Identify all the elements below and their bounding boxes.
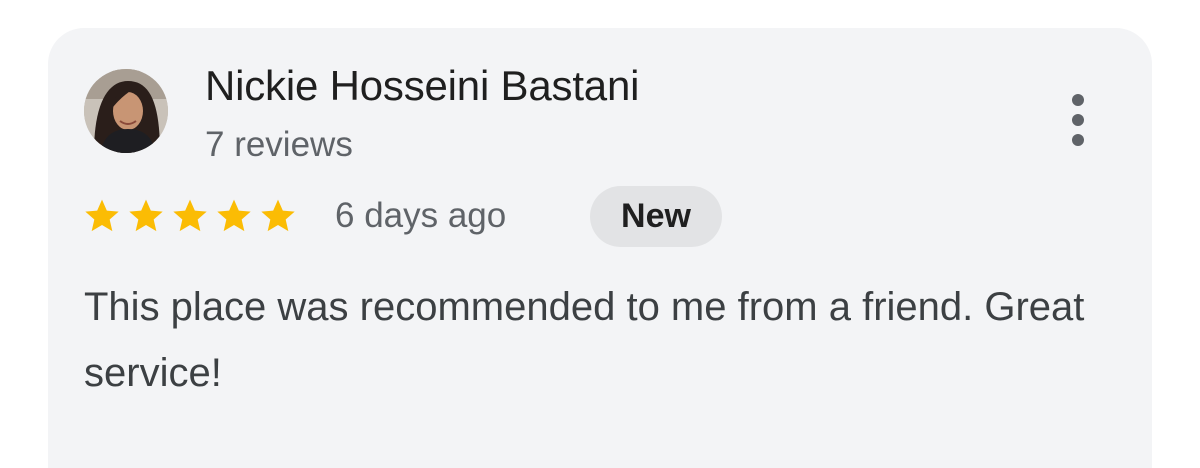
review-text: This place was recommended to me from a … <box>84 285 1085 395</box>
review-time: 6 days ago <box>335 196 507 235</box>
star-rating <box>82 196 302 236</box>
star-icon <box>173 199 207 232</box>
reviewer-name[interactable]: Nickie Hosseini Bastani <box>205 62 639 110</box>
star-icon <box>217 199 251 232</box>
star-icon <box>85 199 119 232</box>
star-icon <box>261 199 295 232</box>
star-icon <box>129 199 163 232</box>
review-card: Nickie Hosseini Bastani 7 reviews 6 days… <box>48 28 1152 468</box>
new-badge: New <box>590 186 722 247</box>
more-vertical-icon <box>1072 94 1084 106</box>
avatar[interactable] <box>84 69 168 153</box>
rating-row: 6 days ago New <box>82 186 782 247</box>
reviewer-review-count: 7 reviews <box>205 125 353 164</box>
more-options-button[interactable] <box>1060 92 1096 148</box>
